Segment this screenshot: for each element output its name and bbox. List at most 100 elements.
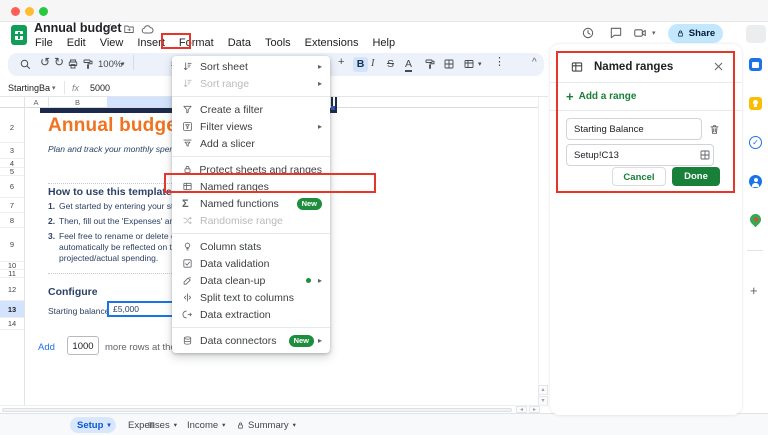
- merge-cells-icon[interactable]: [463, 58, 475, 70]
- menu-item-data-extraction[interactable]: Data extraction: [172, 306, 330, 323]
- add-rows-count-input[interactable]: 1000: [67, 336, 99, 355]
- tab-menu-icon[interactable]: ▾: [222, 421, 225, 429]
- mac-minimize-button[interactable]: [25, 7, 34, 16]
- menubar-item-data[interactable]: Data: [221, 36, 258, 50]
- redo-icon[interactable]: ↻: [54, 56, 64, 68]
- row-header-12[interactable]: 12: [0, 278, 24, 301]
- sheet-tab-expenses[interactable]: Expenses▾: [121, 417, 173, 433]
- scroll-left-button[interactable]: ◂: [516, 406, 527, 413]
- select-range-icon[interactable]: [699, 149, 711, 161]
- menubar-item-insert[interactable]: Insert: [130, 36, 172, 50]
- menu-item-filter-views[interactable]: Filter views▸: [172, 118, 330, 135]
- mac-zoom-button[interactable]: [39, 7, 48, 16]
- menu-item-split-text-to-columns[interactable]: Split text to columns: [172, 289, 330, 306]
- formula-input[interactable]: 5000: [90, 83, 110, 93]
- row-header-7[interactable]: 7: [0, 198, 24, 213]
- sheet-tab-setup[interactable]: Setup▾: [70, 417, 116, 433]
- move-folder-icon[interactable]: [123, 23, 135, 35]
- star-icon[interactable]: ☆: [105, 22, 116, 34]
- more-toolbar-icon[interactable]: ⋮: [494, 57, 505, 68]
- menubar-item-tools[interactable]: Tools: [258, 36, 298, 50]
- menu-item-add-a-slicer[interactable]: Add a slicer: [172, 135, 330, 152]
- search-icon[interactable]: [19, 58, 31, 70]
- menubar-item-file[interactable]: File: [28, 36, 60, 50]
- keep-icon[interactable]: [749, 97, 762, 110]
- vertical-scrollbar[interactable]: [538, 97, 548, 406]
- cancel-button[interactable]: Cancel: [612, 167, 666, 186]
- contacts-icon[interactable]: [749, 175, 762, 188]
- share-button[interactable]: Share: [668, 24, 723, 43]
- range-ref-input[interactable]: Setup!C13: [566, 144, 714, 166]
- merge-dropdown-icon[interactable]: ▾: [478, 61, 482, 68]
- menubar-item-edit[interactable]: Edit: [60, 36, 93, 50]
- trash-icon[interactable]: [708, 123, 721, 136]
- zoom-dropdown-icon[interactable]: ▾: [121, 61, 125, 68]
- sheet-tab-summary[interactable]: Summary▾: [229, 417, 293, 433]
- italic-button[interactable]: I: [371, 58, 375, 69]
- sheets-logo[interactable]: [11, 25, 27, 45]
- horizontal-scrollbar[interactable]: [0, 405, 548, 413]
- menubar-item-help[interactable]: Help: [365, 36, 402, 50]
- menu-item-data-connectors[interactable]: Data connectorsNew▸: [172, 332, 330, 349]
- menu-item-named-ranges[interactable]: Named ranges: [172, 178, 330, 195]
- add-range-button[interactable]: + Add a range: [566, 90, 636, 103]
- tab-menu-icon[interactable]: ▾: [107, 421, 110, 429]
- row-header-9[interactable]: 9: [0, 228, 24, 262]
- scroll-right-button[interactable]: ▸: [529, 406, 540, 413]
- menubar-item-format[interactable]: Format: [172, 36, 221, 50]
- menu-item-sort-sheet[interactable]: Sort sheet▸: [172, 58, 330, 75]
- name-box-dropdown-icon[interactable]: ▾: [52, 85, 56, 92]
- decrease-font-button[interactable]: +: [338, 57, 344, 68]
- add-addon-icon[interactable]: +: [750, 284, 758, 297]
- tab-menu-icon[interactable]: ▾: [293, 421, 296, 429]
- range-name-input[interactable]: Starting Balance: [566, 118, 702, 140]
- column-header-a[interactable]: A: [24, 98, 48, 107]
- bold-button[interactable]: B: [353, 57, 368, 72]
- tasks-icon[interactable]: ✓: [749, 136, 762, 149]
- menu-item-column-stats[interactable]: Column stats: [172, 238, 330, 255]
- paint-format-icon[interactable]: [82, 58, 94, 70]
- scroll-up-button[interactable]: ▴: [538, 385, 548, 395]
- avatar[interactable]: [746, 25, 766, 43]
- borders-icon[interactable]: [443, 58, 455, 70]
- menu-item-create-a-filter[interactable]: Create a filter: [172, 101, 330, 118]
- selected-column-header[interactable]: [107, 97, 172, 108]
- row-header-11[interactable]: 11: [0, 270, 24, 278]
- mac-close-button[interactable]: [11, 7, 20, 16]
- done-button[interactable]: Done: [672, 167, 720, 186]
- column-header-b[interactable]: B: [48, 98, 107, 107]
- menu-item-protect-sheets-and-ranges[interactable]: Protect sheets and ranges: [172, 161, 330, 178]
- menu-item-data-validation[interactable]: Data validation: [172, 255, 330, 272]
- menubar-item-view[interactable]: View: [93, 36, 131, 50]
- meet-dropdown-icon[interactable]: ▾: [652, 30, 656, 37]
- fill-color-icon[interactable]: [424, 58, 436, 70]
- print-icon[interactable]: [67, 58, 79, 70]
- menu-item-named-functions[interactable]: ΣNamed functionsNew: [172, 195, 330, 212]
- text-color-button[interactable]: A: [405, 58, 412, 72]
- undo-icon[interactable]: ↺: [40, 56, 50, 68]
- close-icon[interactable]: [712, 60, 725, 73]
- row-header-5[interactable]: 5: [0, 168, 24, 176]
- collapse-toolbar-icon[interactable]: ^: [532, 58, 537, 68]
- add-rows-button[interactable]: Add: [38, 342, 55, 353]
- strikethrough-button[interactable]: S: [387, 58, 394, 70]
- row-header-14[interactable]: 14: [0, 318, 24, 330]
- calendar-icon[interactable]: [749, 58, 762, 71]
- zoom-select[interactable]: 100%: [98, 59, 122, 70]
- comments-icon[interactable]: [609, 26, 623, 40]
- version-history-icon[interactable]: [581, 26, 595, 40]
- menubar-item-extensions[interactable]: Extensions: [298, 36, 366, 50]
- selected-cell[interactable]: £5,000: [107, 301, 179, 317]
- menu-item-data-clean-up[interactable]: Data clean-up▸: [172, 272, 330, 289]
- row-header-3[interactable]: 3: [0, 143, 24, 159]
- maps-icon[interactable]: [748, 212, 764, 228]
- meet-icon[interactable]: [633, 26, 647, 40]
- horizontal-scroll-thumb[interactable]: [2, 408, 512, 413]
- row-header-8[interactable]: 8: [0, 213, 24, 228]
- name-box[interactable]: StartingBa: [8, 83, 50, 93]
- sheet-tab-income[interactable]: Income▾: [180, 417, 224, 433]
- row-header-6[interactable]: 6: [0, 176, 24, 198]
- row-header-13[interactable]: 13: [0, 301, 24, 318]
- tab-menu-icon[interactable]: ▾: [174, 421, 177, 429]
- row-header-2[interactable]: 2: [0, 112, 24, 143]
